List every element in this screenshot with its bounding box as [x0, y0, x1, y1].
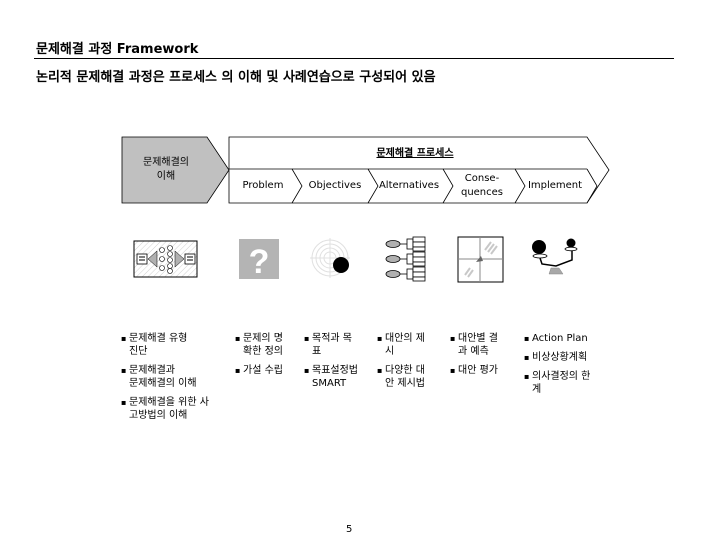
framework-diagram: ?	[121, 136, 610, 283]
page-number: 5	[346, 524, 353, 535]
understanding-stage-label: 문제해결의 이해	[122, 156, 210, 184]
column-problem: 문제의 명확한 정의 가설 수립	[235, 332, 305, 383]
bullet-item: 비상상황계획	[524, 351, 614, 364]
bullet-item: 문제의 명확한 정의	[235, 332, 305, 358]
column-implement: Action Plan 비상상황계획 의사결정의 한계	[524, 332, 614, 402]
process-title-text: 문제해결 프로세스	[376, 148, 454, 159]
bullet-item: 문제해결 유형진단	[121, 332, 231, 358]
question-mark-icon: ?	[239, 239, 279, 281]
column-consequences: 대안별 결과 예측 대안 평가	[450, 332, 520, 383]
bullet-item: 대안의 제시	[377, 332, 447, 358]
step-consequences: Conse- quences	[450, 172, 514, 200]
question-glyph: ?	[249, 243, 270, 281]
column-understanding: 문제해결 유형진단 문제해결과문제해결의 이해 문제해결을 위한 사고방법의 이…	[121, 332, 231, 428]
target-icon	[310, 238, 350, 278]
bullet-item: 문제해결을 위한 사고방법의 이해	[121, 396, 231, 422]
bullet-item: 대안별 결과 예측	[450, 332, 520, 358]
stage-label-line1: 문제해결의	[143, 157, 189, 168]
stage-label-line2: 이해	[156, 171, 176, 182]
bullet-item: 의사결정의 한계	[524, 370, 614, 396]
bullet-item: 다양한 대안 제시법	[377, 364, 447, 390]
balance-scale-icon	[532, 238, 578, 275]
step-consequences-line1: Conse-	[464, 173, 500, 184]
bullet-item: 대안 평가	[450, 364, 520, 377]
bullet-item: 가설 수립	[235, 364, 305, 377]
column-objectives: 목적과 목표 목표설정법SMART	[304, 332, 374, 396]
bullet-item: Action Plan	[524, 332, 614, 345]
bullet-item: 목표설정법SMART	[304, 364, 374, 390]
step-consequences-line2: quences	[460, 187, 504, 198]
column-alternatives: 대안의 제시 다양한 대안 제시법	[377, 332, 447, 396]
bullet-item: 목적과 목표	[304, 332, 374, 358]
matrix-icon	[457, 236, 504, 283]
process-flow-icon	[133, 240, 198, 278]
step-objectives: Objectives	[308, 180, 362, 191]
decision-tree-icon	[385, 236, 426, 282]
step-implement: Implement	[527, 180, 583, 191]
process-title: 문제해결 프로세스	[230, 144, 600, 159]
bullet-item: 문제해결과문제해결의 이해	[121, 364, 231, 390]
step-alternatives: Alternatives	[378, 180, 440, 191]
step-problem: Problem	[242, 180, 284, 191]
